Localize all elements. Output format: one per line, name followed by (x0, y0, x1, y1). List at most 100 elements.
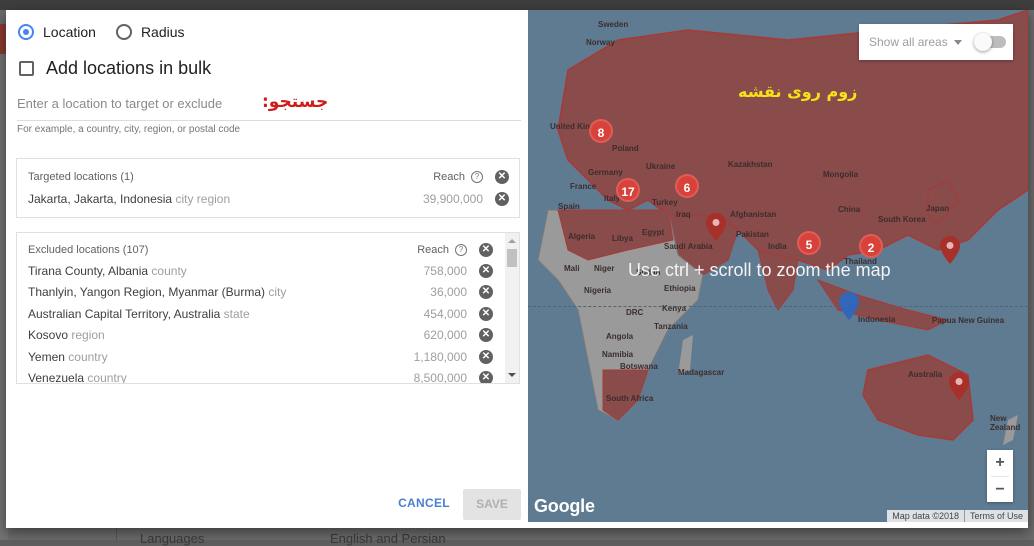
location-pin-icon[interactable] (949, 372, 969, 400)
location-reach: 758,000 (423, 263, 467, 278)
excluded-scrollbar[interactable] (505, 233, 519, 383)
excluded-row: Australian Capital Territory, Australia … (17, 303, 519, 325)
background-languages-value: English and Persian (330, 531, 446, 546)
location-name: Tirana County, Albania (28, 263, 149, 278)
location-reach: 454,000 (423, 306, 467, 321)
remove-location-icon[interactable]: ✕ (495, 191, 509, 206)
zoom-out-button[interactable]: − (987, 477, 1013, 503)
show-all-areas-label[interactable]: Show all areas (869, 35, 948, 49)
country-label: Pakistan (736, 230, 769, 239)
location-type: city (268, 285, 287, 300)
remove-all-excluded-icon[interactable]: ✕ (479, 243, 493, 257)
map-data-label: Map data ©2018 (887, 510, 964, 522)
targeted-location-pin-icon[interactable] (839, 292, 859, 320)
location-reach: 620,000 (423, 328, 467, 343)
location-reach: 39,900,000 (422, 191, 483, 206)
location-pin-icon[interactable] (940, 236, 960, 264)
location-mode-group: Location Radius (18, 24, 205, 40)
country-label: Papua New Guinea (932, 316, 1005, 325)
scroll-up-arrow-icon[interactable] (508, 239, 516, 243)
remove-location-icon[interactable]: ✕ (479, 328, 493, 343)
radius-radio-label[interactable]: Radius (141, 24, 185, 40)
excluded-title: Excluded locations (107) (28, 244, 149, 256)
radius-radio[interactable] (115, 24, 132, 40)
show-all-areas-toggle[interactable] (973, 33, 1006, 51)
location-radio-label[interactable]: Location (43, 24, 96, 40)
remove-location-icon[interactable]: ✕ (479, 306, 493, 321)
location-search-input[interactable] (17, 96, 247, 111)
country-label: Poland (612, 144, 639, 153)
country-label: South Africa (606, 394, 654, 403)
targeted-row: Jakarta, Jakarta, Indonesia city region … (17, 188, 519, 210)
location-name: Thanlyin, Yangon Region, Myanmar (Burma) (28, 285, 265, 300)
help-icon[interactable]: ? (471, 171, 483, 183)
country-label: Ukraine (646, 162, 676, 171)
location-reach: 36,000 (430, 285, 467, 300)
dropdown-caret-icon[interactable] (953, 39, 962, 45)
country-label: South Korea (878, 215, 926, 224)
scrollbar-thumb[interactable] (507, 249, 517, 267)
cluster-marker[interactable]: 6 (675, 174, 699, 198)
cancel-button[interactable]: CANCEL (396, 488, 452, 518)
zoom-in-button[interactable]: + (987, 450, 1013, 476)
country-label: Niger (594, 264, 615, 273)
location-radio[interactable] (18, 24, 34, 40)
location-type: region (71, 328, 105, 343)
location-reach: 8,500,000 (413, 371, 467, 384)
excluded-row: Yemen country 1,180,000 ✕ (17, 346, 519, 368)
excluded-locations-box: Excluded locations (107) Reach ? ✕ Tiran… (16, 232, 520, 384)
country-label: Germany (588, 168, 623, 177)
bulk-add-label[interactable]: Add locations in bulk (46, 58, 211, 79)
cluster-marker[interactable]: 8 (589, 119, 613, 143)
excluded-row: Thanlyin, Yangon Region, Myanmar (Burma)… (17, 282, 519, 304)
country-label: Australia (908, 370, 943, 379)
remove-location-icon[interactable]: ✕ (479, 263, 493, 278)
country-label: India (768, 242, 787, 251)
help-icon[interactable]: ? (455, 244, 467, 256)
country-label: Angola (606, 332, 634, 341)
remove-location-icon[interactable]: ✕ (479, 349, 493, 364)
country-label: Norway (586, 38, 615, 47)
location-name: Yemen (28, 349, 65, 364)
excluded-row: Kosovo region 620,000 ✕ (17, 325, 519, 347)
bulk-add-checkbox[interactable] (19, 61, 34, 76)
background-languages-label: Languages (140, 531, 205, 546)
scroll-down-arrow-icon[interactable] (508, 373, 516, 377)
cluster-marker[interactable]: 2 (859, 234, 883, 258)
remove-location-icon[interactable]: ✕ (479, 285, 493, 300)
targeted-reach-header: Reach ? (433, 171, 483, 183)
country-label: France (570, 182, 597, 191)
map-zoom-control: + − (987, 450, 1013, 502)
country-label: China (838, 205, 861, 214)
map-zoom-hint: Use ctrl + scroll to zoom the map (628, 260, 891, 280)
country-label: Kenya (662, 304, 687, 313)
country-label: Ethiopia (664, 284, 696, 293)
excluded-header: Excluded locations (107) Reach ? ✕ (17, 240, 519, 260)
google-logo: Google (534, 496, 595, 516)
targeted-locations-box: Targeted locations (1) Reach ? ✕ Jakarta… (16, 158, 520, 218)
map-view[interactable]: Sweden Norway United Kingdom Poland Germ… (528, 10, 1028, 522)
location-reach: 1,180,000 (413, 349, 467, 364)
country-label: Nigeria (584, 286, 612, 295)
remove-location-icon[interactable]: ✕ (479, 371, 493, 383)
locations-pane: Location Radius Add locations in bulk جس… (6, 10, 528, 528)
country-label: Libya (612, 234, 633, 243)
excluded-row: Venezuela country 8,500,000 ✕ (17, 368, 519, 384)
location-pin-icon[interactable] (706, 213, 726, 241)
equator-line (528, 306, 1028, 307)
reach-label: Reach (433, 171, 465, 183)
cluster-marker[interactable]: 5 (797, 231, 821, 255)
toggle-knob (973, 33, 992, 51)
save-button[interactable]: SAVE (463, 489, 521, 520)
terms-of-use-link[interactable]: Terms of Use (964, 510, 1028, 522)
country-label: Afghanistan (730, 210, 777, 219)
show-all-areas-control[interactable]: Show all areas (859, 24, 1013, 60)
remove-all-targeted-icon[interactable]: ✕ (495, 170, 509, 184)
location-name: Venezuela (28, 371, 85, 384)
country-label: Indonesia (858, 315, 896, 324)
location-name: Australian Capital Territory, Australia (28, 306, 221, 321)
location-type: country (68, 349, 108, 364)
bulk-add-row[interactable]: Add locations in bulk (19, 58, 211, 79)
cluster-marker[interactable]: 17 (616, 178, 640, 202)
location-name: Jakarta, Jakarta, Indonesia (28, 191, 173, 206)
